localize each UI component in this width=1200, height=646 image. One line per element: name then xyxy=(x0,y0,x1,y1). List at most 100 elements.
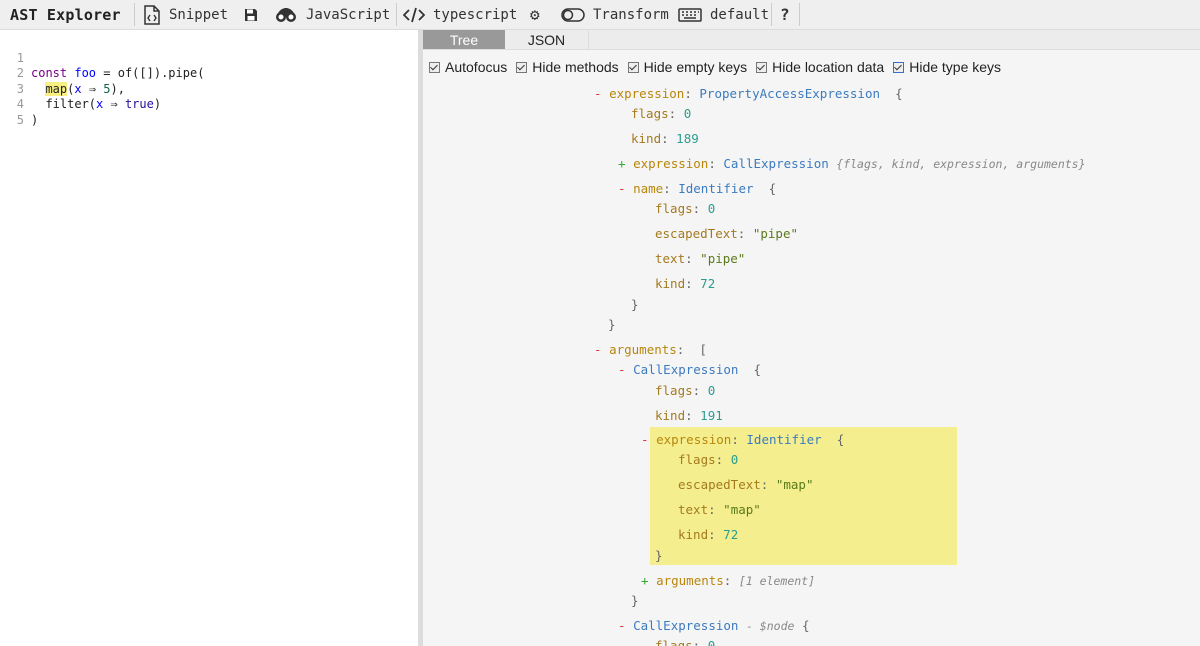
tree-prop: text: "pipe" xyxy=(655,251,745,267)
collapse-toggle[interactable]: - xyxy=(641,432,656,447)
closing-brace: } xyxy=(655,548,663,563)
save-button[interactable] xyxy=(244,0,266,29)
divider xyxy=(771,3,772,26)
keymap-label: default xyxy=(710,6,770,23)
expand-toggle[interactable]: + xyxy=(618,156,633,171)
autofocus-option[interactable]: Autofocus xyxy=(429,59,507,75)
prop-key: kind xyxy=(631,131,662,146)
colon: : xyxy=(685,276,693,291)
token: ) xyxy=(31,112,39,127)
code-line: 5 xyxy=(0,97,418,127)
tab-json[interactable]: JSON xyxy=(505,30,589,49)
hide-type-keys-option[interactable]: Hide type keys xyxy=(893,59,1001,75)
colon: : xyxy=(692,638,701,646)
tree-prop: flags: 0 xyxy=(678,452,738,468)
tree-node[interactable]: - expression: PropertyAccessExpression { xyxy=(594,86,903,102)
snippet-button[interactable]: Snippet xyxy=(143,0,228,29)
tree-prop: flags: 0 xyxy=(655,638,715,646)
colon: : xyxy=(684,86,692,101)
tree-node[interactable]: - CallExpression { xyxy=(618,362,761,378)
transform-toggle[interactable]: Transform xyxy=(561,0,669,29)
collapse-toggle[interactable]: - xyxy=(618,362,633,377)
tree-node[interactable]: - CallExpression - $node { xyxy=(618,618,809,634)
prop-key: flags xyxy=(655,638,693,646)
toolbar: AST Explorer Snippet JavaScript typescri… xyxy=(0,0,1200,30)
colon: : xyxy=(737,226,746,241)
prop-value: "pipe" xyxy=(700,251,746,266)
hide-methods-option[interactable]: Hide methods xyxy=(516,59,619,75)
prop-value: "map" xyxy=(775,477,814,492)
colon: : xyxy=(723,573,732,588)
collapse-toggle[interactable]: - xyxy=(594,86,609,101)
prop-key: escapedText xyxy=(678,477,761,492)
code-icon xyxy=(403,7,425,23)
file-code-icon xyxy=(143,4,161,25)
tree-node[interactable]: - arguments: [ xyxy=(594,342,707,358)
tree-prop: text: "map" xyxy=(678,502,761,518)
hide-empty-keys-option[interactable]: Hide empty keys xyxy=(627,59,747,75)
toggle-off-icon xyxy=(561,7,585,22)
line-number: 5 xyxy=(16,112,24,127)
colon: : xyxy=(715,452,724,467)
node-summary: {flags, kind, expression, arguments} xyxy=(836,157,1086,171)
option-label: Hide methods xyxy=(532,59,619,75)
node-type: CallExpression xyxy=(633,618,739,633)
tree-prop: kind: 72 xyxy=(678,527,738,543)
keymap-select[interactable]: default xyxy=(678,0,769,29)
prop-key: escapedText xyxy=(655,226,738,241)
checkbox[interactable] xyxy=(429,61,440,73)
code-line: 2 map(x ⇒ 5), xyxy=(0,51,418,96)
colon: : xyxy=(661,131,669,146)
colon: : xyxy=(708,527,716,542)
colon: : xyxy=(731,432,739,447)
code-editor[interactable]: 1 const foo = of([]).pipe( 2 map(x ⇒ 5),… xyxy=(0,30,418,646)
expand-toggle[interactable]: + xyxy=(641,573,656,588)
tree-node[interactable]: + expression: CallExpression {flags, kin… xyxy=(618,156,1086,172)
tree-node[interactable]: - name: Identifier { xyxy=(618,181,776,197)
tab-tree[interactable]: Tree xyxy=(423,30,505,49)
parser-select[interactable]: typescript xyxy=(403,0,517,29)
node-key: expression xyxy=(633,156,709,171)
prop-value: 0 xyxy=(707,383,716,398)
node-type: CallExpression xyxy=(633,362,739,377)
output-panel: Tree JSON Autofocus Hide methods Hide em… xyxy=(423,30,1200,646)
closing-brace: } xyxy=(608,317,616,332)
node-key: name xyxy=(633,181,664,196)
node-type: Identifier xyxy=(746,432,822,447)
colon: : xyxy=(685,251,693,266)
node-type: CallExpression xyxy=(723,156,829,171)
tree-prop: flags: 0 xyxy=(655,201,715,217)
node-summary: - $node xyxy=(745,619,795,633)
checkbox[interactable] xyxy=(756,61,768,73)
tree-node-selected[interactable]: - expression: Identifier { xyxy=(641,432,844,448)
bracket: [ xyxy=(699,342,707,357)
brace: { xyxy=(753,362,762,377)
colon: : xyxy=(760,477,769,492)
node-type: Identifier xyxy=(678,181,754,196)
prop-key: text xyxy=(655,251,686,266)
checkbox[interactable] xyxy=(893,61,905,73)
collapse-toggle[interactable]: - xyxy=(594,342,609,357)
colon: : xyxy=(685,408,693,423)
colon: : xyxy=(663,181,671,196)
help-button[interactable]: ? xyxy=(780,0,790,29)
colon: : xyxy=(668,106,677,121)
collapse-toggle[interactable]: - xyxy=(618,181,633,196)
prop-value: "pipe" xyxy=(752,226,799,241)
prop-key: kind xyxy=(678,527,709,542)
closing-brace: } xyxy=(631,297,639,312)
prop-key: flags xyxy=(678,452,716,467)
checkbox[interactable] xyxy=(516,61,528,73)
tree-prop: escapedText: "map" xyxy=(678,477,814,493)
brace: { xyxy=(768,181,777,196)
parser-settings-button[interactable]: ⚙ xyxy=(530,0,548,29)
prop-value: 72 xyxy=(700,276,716,291)
tree-node[interactable]: + arguments: [1 element] xyxy=(641,573,815,589)
hide-location-option[interactable]: Hide location data xyxy=(756,59,884,75)
checkbox[interactable] xyxy=(627,61,639,73)
prop-value: 0 xyxy=(683,106,692,121)
tree-prop: flags: 0 xyxy=(631,106,691,122)
collapse-toggle[interactable]: - xyxy=(618,618,633,633)
language-label: JavaScript xyxy=(306,6,391,23)
language-select[interactable]: JavaScript xyxy=(274,0,390,29)
